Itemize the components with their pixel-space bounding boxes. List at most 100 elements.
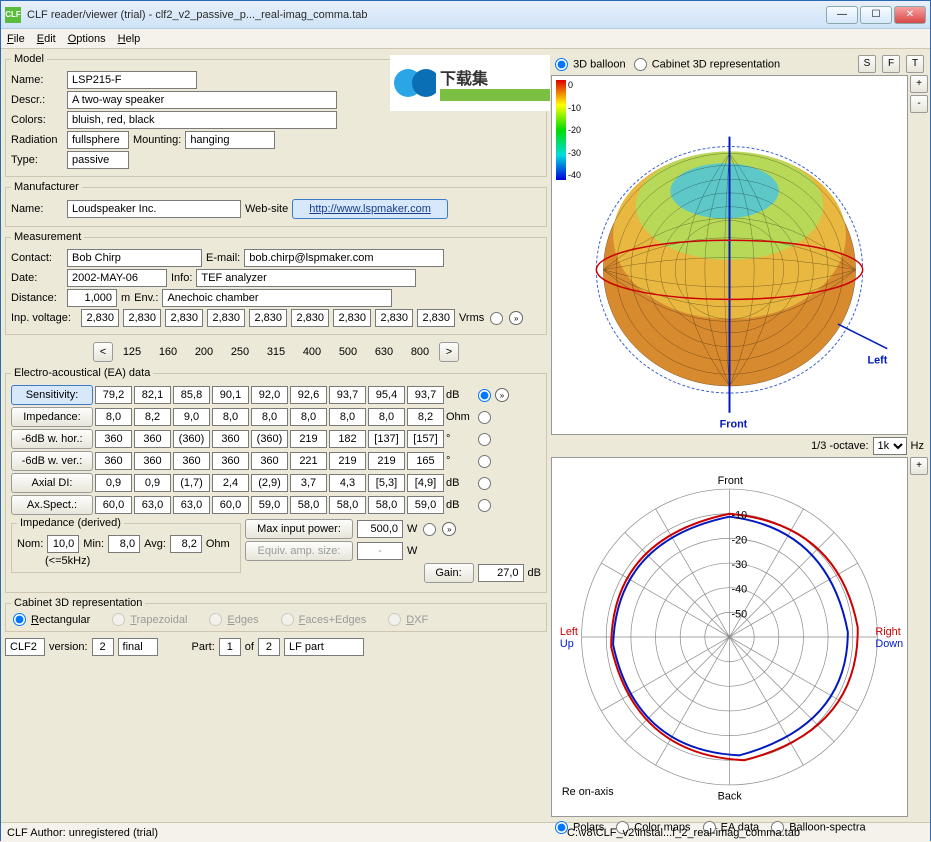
- ea-cell[interactable]: 2,4: [212, 474, 249, 492]
- balloon-plot[interactable]: 0-10-20-30-40: [551, 75, 908, 435]
- menu-file[interactable]: File: [7, 33, 25, 45]
- ea-cell[interactable]: 60,0: [212, 496, 249, 514]
- ea-cell[interactable]: 3,7: [290, 474, 327, 492]
- ea-cell[interactable]: 9,0: [173, 408, 210, 426]
- ea-radio[interactable]: [478, 433, 491, 446]
- ea-cell[interactable]: 8,0: [95, 408, 132, 426]
- ea-cell[interactable]: (360): [173, 430, 210, 448]
- colors-field[interactable]: bluish, red, black: [67, 111, 337, 129]
- ea-cell[interactable]: 8,0: [329, 408, 366, 426]
- contact-field[interactable]: Bob Chirp: [67, 249, 202, 267]
- volt-cell[interactable]: 2,830: [249, 309, 287, 327]
- ea-cell[interactable]: 0,9: [95, 474, 132, 492]
- ea-cell[interactable]: 219: [329, 452, 366, 470]
- ea-chevron-icon[interactable]: »: [495, 388, 509, 402]
- balloon-radio[interactable]: 3D balloon: [553, 58, 626, 71]
- cabinet-radio[interactable]: Cabinet 3D representation: [632, 58, 780, 71]
- ea-cell[interactable]: 8,0: [368, 408, 405, 426]
- ea-cell[interactable]: 360: [134, 452, 171, 470]
- avg-field[interactable]: 8,2: [170, 535, 202, 553]
- ea-cell[interactable]: 63,0: [173, 496, 210, 514]
- s-button[interactable]: S: [858, 55, 876, 73]
- volt-cell[interactable]: 2,830: [123, 309, 161, 327]
- ea-radio[interactable]: [478, 455, 491, 468]
- volt-cell[interactable]: 2,830: [291, 309, 329, 327]
- radiation-field[interactable]: fullsphere: [67, 131, 129, 149]
- ea-cell[interactable]: 60,0: [95, 496, 132, 514]
- ea-cell[interactable]: 85,8: [173, 386, 210, 404]
- menu-options[interactable]: Options: [68, 33, 106, 45]
- ea-cell[interactable]: [157]: [407, 430, 444, 448]
- cab-option[interactable]: Rectangular: [11, 613, 90, 626]
- volt-cell[interactable]: 2,830: [81, 309, 119, 327]
- maximize-button[interactable]: ☐: [860, 6, 892, 24]
- ea-radio[interactable]: [478, 477, 491, 490]
- ea-cell[interactable]: [4,9]: [407, 474, 444, 492]
- ea-cell[interactable]: 165: [407, 452, 444, 470]
- volt-cell[interactable]: 2,830: [207, 309, 245, 327]
- ea-cell[interactable]: 221: [290, 452, 327, 470]
- ea-cell[interactable]: 59,0: [251, 496, 288, 514]
- mounting-field[interactable]: hanging: [185, 131, 275, 149]
- ea-cell[interactable]: 93,7: [407, 386, 444, 404]
- ea-row-button[interactable]: -6dB w. hor.:: [11, 429, 93, 449]
- ea-cell[interactable]: 79,2: [95, 386, 132, 404]
- gain-field[interactable]: 27,0: [478, 564, 524, 582]
- ea-radio[interactable]: [478, 389, 491, 402]
- freq-prev-button[interactable]: <: [93, 342, 113, 362]
- ea-radio[interactable]: [478, 411, 491, 424]
- volt-chevron-icon[interactable]: »: [509, 311, 523, 325]
- t-button[interactable]: T: [906, 55, 924, 73]
- f-button[interactable]: F: [882, 55, 900, 73]
- ea-cell[interactable]: (1,7): [173, 474, 210, 492]
- ea-cell[interactable]: 360: [251, 452, 288, 470]
- email-field[interactable]: bob.chirp@lspmaker.com: [244, 249, 444, 267]
- ea-cell[interactable]: 219: [368, 452, 405, 470]
- menu-help[interactable]: Help: [118, 33, 141, 45]
- ea-row-button[interactable]: Axial DI:: [11, 473, 93, 493]
- ea-row-button[interactable]: -6dB w. ver.:: [11, 451, 93, 471]
- descr-field[interactable]: A two-way speaker: [67, 91, 337, 109]
- ea-cell[interactable]: 8,2: [407, 408, 444, 426]
- ea-cell[interactable]: 8,0: [251, 408, 288, 426]
- volt-cell[interactable]: 2,830: [375, 309, 413, 327]
- ea-cell[interactable]: [5,3]: [368, 474, 405, 492]
- website-button[interactable]: http://www.lspmaker.com: [292, 199, 448, 219]
- ea-cell[interactable]: 95,4: [368, 386, 405, 404]
- polar-plot[interactable]: Front Back Left Up Right Down Re on-axis…: [551, 457, 908, 817]
- ea-cell[interactable]: 8,2: [134, 408, 171, 426]
- ea-cell[interactable]: 219: [290, 430, 327, 448]
- ea-cell[interactable]: 93,7: [329, 386, 366, 404]
- ea-cell[interactable]: 92,0: [251, 386, 288, 404]
- ea-radio[interactable]: [478, 499, 491, 512]
- name-field[interactable]: LSP215-F: [67, 71, 197, 89]
- ea-cell[interactable]: 360: [212, 430, 249, 448]
- gain-button[interactable]: Gain:: [424, 563, 474, 583]
- ea-row-button[interactable]: Ax.Spect.:: [11, 495, 93, 515]
- ea-cell[interactable]: 360: [134, 430, 171, 448]
- date-field[interactable]: 2002-MAY-06: [67, 269, 167, 287]
- dist-field[interactable]: 1,000: [67, 289, 117, 307]
- ea-cell[interactable]: 4,3: [329, 474, 366, 492]
- ea-cell[interactable]: 58,0: [329, 496, 366, 514]
- info-field[interactable]: TEF analyzer: [196, 269, 416, 287]
- ea-cell[interactable]: 63,0: [134, 496, 171, 514]
- ea-cell[interactable]: [137]: [368, 430, 405, 448]
- env-field[interactable]: Anechoic chamber: [162, 289, 392, 307]
- volt-cell[interactable]: 2,830: [417, 309, 455, 327]
- ea-row-button[interactable]: Sensitivity:: [11, 385, 93, 405]
- ea-cell[interactable]: 360: [95, 452, 132, 470]
- menu-edit[interactable]: Edit: [37, 33, 56, 45]
- type-field[interactable]: passive: [67, 151, 129, 169]
- ea-cell[interactable]: 59,0: [407, 496, 444, 514]
- max-power-field[interactable]: 500,0: [357, 520, 403, 538]
- ea-cell[interactable]: 58,0: [368, 496, 405, 514]
- volt-cell[interactable]: 2,830: [333, 309, 371, 327]
- ea-cell[interactable]: 360: [212, 452, 249, 470]
- ea-cell[interactable]: 0,9: [134, 474, 171, 492]
- ea-cell[interactable]: 360: [173, 452, 210, 470]
- ea-cell[interactable]: (2,9): [251, 474, 288, 492]
- ea-cell[interactable]: 8,0: [212, 408, 249, 426]
- plus-button-bottom[interactable]: +: [910, 457, 928, 475]
- max-radio[interactable]: [423, 523, 436, 536]
